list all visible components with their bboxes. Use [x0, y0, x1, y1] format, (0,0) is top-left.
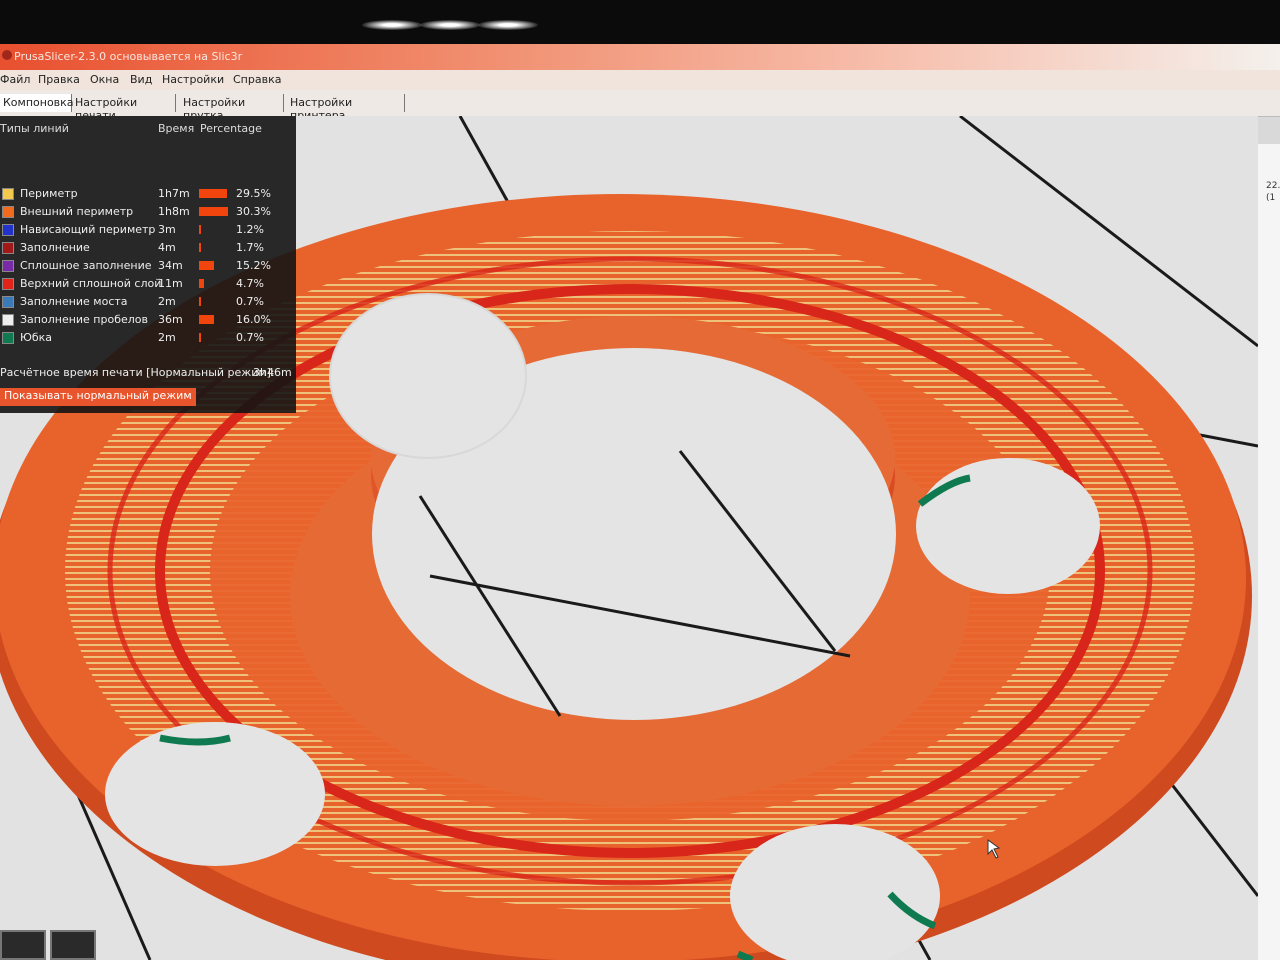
legend-percent-bar [199, 225, 201, 234]
legend-header-time: Время [158, 122, 195, 135]
legend-percent: 15.2% [236, 259, 271, 272]
legend-row: Заполнение моста 2m 0.7% [0, 294, 296, 312]
legend-percent: 1.2% [236, 223, 264, 236]
legend-percent-bar [199, 261, 214, 270]
legend-time: 3m [158, 223, 176, 236]
legend-row: Заполнение 4m 1.7% [0, 240, 296, 258]
clock-time: 22. [1266, 181, 1280, 191]
menu-help[interactable]: Справка [233, 73, 281, 86]
estimated-time-value: 3h46m [253, 366, 292, 379]
legend-header-type: Типы линий [0, 122, 69, 135]
title-bar: PrusaSlicer-2.3.0 основывается на Slic3r [0, 44, 1280, 70]
legend-percent-bar [199, 243, 201, 252]
tab-print-settings[interactable]: Настройки печати [72, 94, 176, 122]
legend-swatch [2, 278, 14, 290]
menu-view[interactable]: Вид [130, 73, 152, 86]
legend-name: Периметр [20, 187, 78, 200]
menu-windows[interactable]: Окна [90, 73, 119, 86]
legend-percent-bar [199, 333, 201, 342]
bolt-hole [329, 293, 527, 459]
menu-edit[interactable]: Правка [38, 73, 80, 86]
ceiling-light-reflection [420, 20, 480, 30]
tab-bar: Компоновка Настройки печати Настройки пр… [0, 90, 1280, 122]
legend-time: 4m [158, 241, 176, 254]
legend-row: Верхний сплошной слой 11m 4.7% [0, 276, 296, 294]
estimated-time-label: Расчётное время печати [Нормальный режим… [0, 366, 275, 379]
legend-row: Внешний периметр 1h8m 30.3% [0, 204, 296, 222]
menu-settings[interactable]: Настройки [162, 73, 224, 86]
legend-percent: 16.0% [236, 313, 271, 326]
tab-plater[interactable]: Компоновка [0, 94, 74, 112]
clock-date: (1 [1266, 193, 1276, 203]
legend-percent-bar [199, 189, 227, 198]
side-panel-edge: 22. (1 [1258, 144, 1280, 960]
skirt-segment [159, 734, 231, 746]
legend-time: 1h7m [158, 187, 190, 200]
legend-panel: Типы линий Время Percentage Периметр 1h7m… [0, 116, 296, 413]
legend-swatch [2, 224, 14, 236]
legend-percent: 29.5% [236, 187, 271, 200]
legend-name: Внешний периметр [20, 205, 134, 218]
view-cube-icon[interactable] [0, 930, 46, 960]
legend-swatch [2, 206, 14, 218]
legend-percent: 0.7% [236, 295, 264, 308]
legend-name: Нависающий периметр [20, 223, 156, 236]
legend-row: Сплошное заполнение 34m 15.2% [0, 258, 296, 276]
legend-row: Периметр 1h7m 29.5% [0, 186, 296, 204]
menu-bar: Файл Правка Окна Вид Настройки Справка [0, 70, 1280, 90]
legend-percent-bar [199, 297, 201, 306]
legend-percent-bar [199, 279, 204, 288]
window-title: PrusaSlicer-2.3.0 основывается на Slic3r [14, 50, 243, 63]
legend-name: Заполнение моста [20, 295, 128, 308]
legend-name: Сплошное заполнение [20, 259, 152, 272]
clock-text: 22. (1 [1266, 180, 1280, 204]
legend-percent-bar [199, 207, 228, 216]
bolt-hole [916, 458, 1100, 594]
layers-icon[interactable] [50, 930, 96, 960]
app-window: PrusaSlicer-2.3.0 основывается на Slic3r… [0, 44, 1280, 960]
legend-row: Заполнение пробелов 36m 16.0% [0, 312, 296, 330]
legend-header-percentage: Percentage [200, 122, 262, 135]
menu-file[interactable]: Файл [0, 73, 30, 86]
legend-row: Нависающий периметр 3m 1.2% [0, 222, 296, 240]
legend-swatch [2, 296, 14, 308]
legend-swatch [2, 188, 14, 200]
legend-time: 2m [158, 295, 176, 308]
legend-time: 1h8m [158, 205, 190, 218]
legend-time: 34m [158, 259, 183, 272]
ceiling-light-reflection [478, 20, 538, 30]
legend-time: 36m [158, 313, 183, 326]
tab-filament-settings[interactable]: Настройки прутка [180, 94, 284, 122]
tab-printer-settings[interactable]: Настройки принтера [287, 94, 405, 122]
legend-time: 2m [158, 331, 176, 344]
legend-name: Заполнение пробелов [20, 313, 149, 326]
legend-percent: 30.3% [236, 205, 271, 218]
legend-time: 11m [158, 277, 183, 290]
show-normal-mode-button[interactable]: Показывать нормальный режим [0, 388, 196, 406]
legend-percent: 4.7% [236, 277, 264, 290]
legend-row: Юбка 2m 0.7% [0, 330, 296, 348]
legend-name: Верхний сплошной слой [20, 277, 162, 290]
legend-swatch [2, 314, 14, 326]
legend-swatch [2, 260, 14, 272]
ceiling-light-reflection [362, 20, 422, 30]
legend-name: Юбка [20, 331, 53, 344]
legend-percent-bar [199, 315, 214, 324]
legend-percent: 1.7% [236, 241, 264, 254]
prusa-logo-icon [2, 50, 12, 60]
legend-swatch [2, 332, 14, 344]
legend-swatch [2, 242, 14, 254]
legend-name: Заполнение [20, 241, 90, 254]
legend-percent: 0.7% [236, 331, 264, 344]
